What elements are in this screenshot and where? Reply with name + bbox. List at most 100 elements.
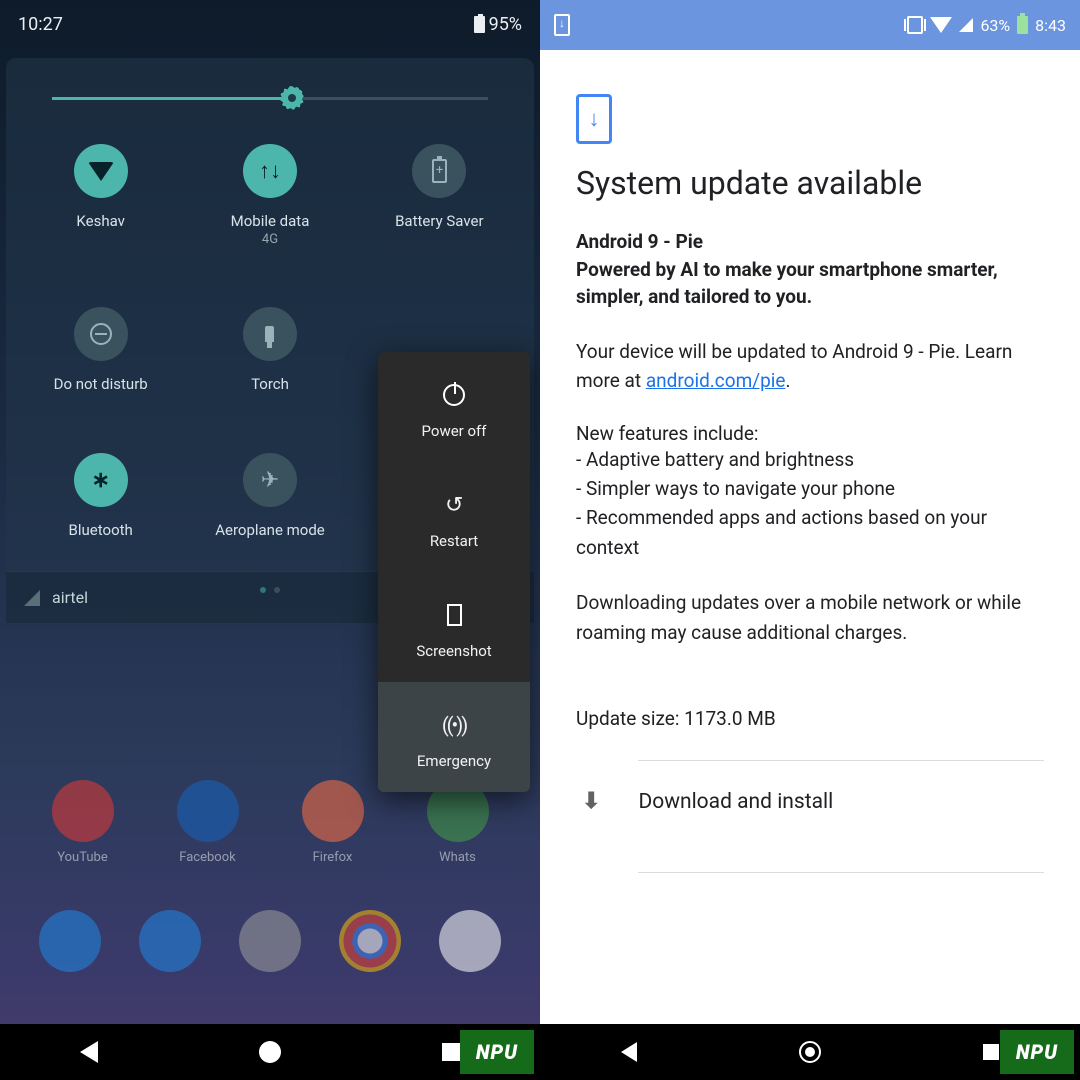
download-install-button[interactable]: ⬇ Download and install: [576, 761, 1044, 842]
tile-sublabel: 4G: [262, 232, 278, 247]
power-menu-label: Power off: [422, 422, 487, 440]
navbar-right: [540, 1024, 1080, 1080]
body-text: Your device will be updated to Android 9…: [576, 340, 1012, 392]
restart-icon: ↻: [441, 492, 467, 518]
app-facebook[interactable]: Facebook: [176, 780, 240, 865]
tile-mobile-data[interactable]: ↑↓ Mobile data 4G: [185, 144, 354, 247]
learn-more-link[interactable]: android.com/pie: [646, 369, 786, 392]
download-icon: ⬇: [582, 789, 600, 814]
features-title: New features include:: [576, 422, 1044, 445]
wifi-icon: [74, 144, 128, 198]
feature-item: - Adaptive battery and brightness: [576, 445, 1044, 474]
battery-icon: [474, 16, 485, 33]
update-warning: Downloading updates over a mobile networ…: [576, 588, 1044, 647]
update-subtitle: Powered by AI to make your smartphone sm…: [576, 256, 1044, 311]
statusbar-left: 10:27 95%: [0, 0, 540, 48]
home-apps-row-1: YouTube Facebook Firefox Whats: [0, 780, 540, 865]
app-label: Whats: [439, 850, 476, 865]
update-notification-icon: [554, 14, 570, 36]
battery-icon: [1017, 16, 1028, 34]
statusbar-right: 63% 8:43: [540, 0, 1080, 50]
body-text: .: [785, 369, 790, 392]
power-icon: [441, 382, 467, 408]
app-youtube[interactable]: YouTube: [51, 780, 115, 865]
dnd-icon: [74, 307, 128, 361]
feature-item: - Simpler ways to navigate your phone: [576, 474, 1044, 503]
system-update-body: ↓ System update available Android 9 - Pi…: [540, 50, 1080, 873]
update-subtitle-top: Android 9 - Pie: [576, 228, 1044, 256]
statusbar-battery: 95%: [474, 14, 522, 35]
nav-home-icon[interactable]: [799, 1041, 821, 1063]
power-menu-label: Restart: [430, 532, 478, 550]
update-body-paragraph: Your device will be updated to Android 9…: [576, 337, 1044, 396]
right-screenshot: 63% 8:43 ↓ System update available Andro…: [540, 0, 1080, 1080]
brightness-slider[interactable]: [52, 86, 488, 110]
app-messages[interactable]: [138, 910, 202, 980]
update-size: Update size: 1173.0 MB: [576, 707, 1044, 730]
navbar-left: [0, 1024, 540, 1080]
mobile-data-icon: ↑↓: [243, 144, 297, 198]
app-label: YouTube: [57, 850, 108, 865]
nav-home-icon[interactable]: [259, 1041, 281, 1063]
power-menu-screenshot[interactable]: Screenshot: [378, 572, 530, 682]
statusbar-time: 10:27: [18, 14, 63, 35]
brightness-fill: [52, 97, 292, 100]
app-whatsapp[interactable]: Whats: [426, 780, 490, 865]
home-apps-row-2: [0, 910, 540, 980]
statusbar-left-icons: [554, 14, 570, 36]
tile-label: Bluetooth: [69, 521, 133, 539]
nav-recent-icon[interactable]: [442, 1043, 460, 1061]
statusbar-time: 8:43: [1035, 16, 1066, 35]
emergency-icon: ((•)): [441, 712, 467, 738]
airplane-icon: ✈: [243, 453, 297, 507]
divider: [638, 872, 1044, 873]
wifi-icon: [930, 17, 952, 33]
page-title: System update available: [576, 164, 1044, 202]
download-label: Download and install: [638, 790, 833, 814]
tile-label: Keshav: [76, 212, 125, 230]
nav-recent-icon[interactable]: [983, 1044, 999, 1060]
statusbar-battery-pct: 95%: [489, 14, 522, 35]
power-menu-emergency[interactable]: ((•)) Emergency: [378, 682, 530, 792]
battery-pct: 63%: [980, 16, 1010, 35]
carrier-name: airtel: [52, 588, 88, 607]
power-menu-poweroff[interactable]: Power off: [378, 352, 530, 462]
statusbar-right-icons: 63% 8:43: [907, 16, 1066, 35]
power-menu: Power off ↻ Restart Screenshot ((•)) Eme…: [378, 352, 530, 792]
nav-back-icon[interactable]: [80, 1041, 98, 1063]
app-chrome[interactable]: [338, 910, 402, 980]
tile-label: Torch: [251, 375, 289, 393]
power-menu-label: Screenshot: [416, 642, 491, 660]
app-phone[interactable]: [38, 910, 102, 980]
vibrate-icon: [907, 16, 923, 34]
tile-battery-saver[interactable]: Battery Saver: [355, 144, 524, 247]
tile-label: Battery Saver: [395, 212, 483, 230]
signal-icon: [24, 590, 40, 606]
left-screenshot: 10:27 95% Keshav ↑↓ Mobile data 4G Batte: [0, 0, 540, 1080]
watermark-badge: NPU: [1000, 1030, 1074, 1074]
tile-bluetooth[interactable]: ∗ Bluetooth: [16, 453, 185, 539]
watermark-badge: NPU: [460, 1030, 534, 1074]
bluetooth-icon: ∗: [74, 453, 128, 507]
torch-icon: [243, 307, 297, 361]
power-menu-restart[interactable]: ↻ Restart: [378, 462, 530, 572]
signal-icon: [959, 18, 973, 32]
tile-label: Do not disturb: [54, 375, 148, 393]
nav-back-icon[interactable]: [621, 1042, 637, 1062]
tile-label: Aeroplane mode: [215, 521, 325, 539]
power-menu-label: Emergency: [417, 752, 491, 770]
app-play[interactable]: [438, 910, 502, 980]
tile-label: Mobile data: [231, 212, 310, 230]
app-firefox[interactable]: Firefox: [301, 780, 365, 865]
tile-dnd[interactable]: Do not disturb: [16, 307, 185, 393]
gear-icon: [280, 86, 304, 110]
screenshot-icon: [441, 602, 467, 628]
brightness-thumb[interactable]: [280, 86, 304, 110]
app-contacts[interactable]: [238, 910, 302, 980]
tile-airplane[interactable]: ✈ Aeroplane mode: [185, 453, 354, 539]
app-label: Facebook: [179, 850, 235, 865]
system-update-icon: ↓: [576, 94, 612, 144]
tile-torch[interactable]: Torch: [185, 307, 354, 393]
app-label: Firefox: [313, 850, 353, 865]
tile-wifi[interactable]: Keshav: [16, 144, 185, 247]
